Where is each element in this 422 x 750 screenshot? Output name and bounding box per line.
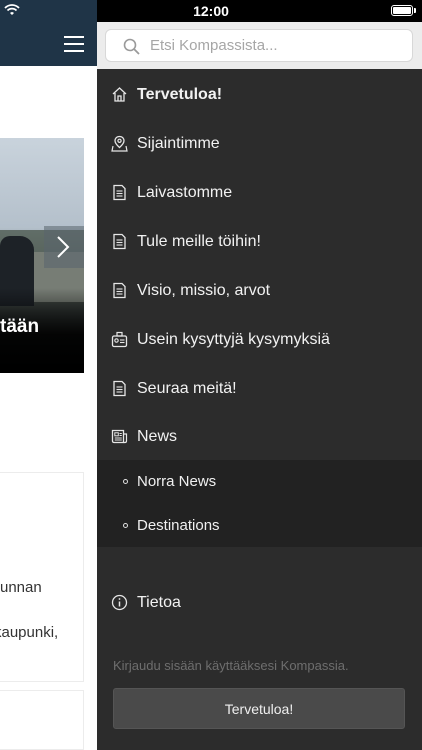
search-bar [97,22,422,69]
menu-item-visio-missio-arvot[interactable]: Visio, missio, arvot [97,266,422,315]
bullet-icon [123,479,128,484]
side-drawer: Tervetuloa! Sijaintimme Laivastomme Tule… [97,0,422,750]
menu-item-label: Tule meille töihin! [137,232,261,250]
hamburger-menu-icon[interactable] [64,36,84,52]
news-card[interactable] [0,690,84,750]
battery-tip [414,8,416,13]
search-icon [123,38,140,55]
submenu-item-destinations[interactable]: Destinations [97,504,422,547]
search-box[interactable] [105,29,413,62]
document-icon [110,282,128,300]
map-pin-icon [110,135,128,153]
document-icon [110,184,128,202]
menu-item-label: Seuraa meitä! [137,379,237,397]
news-card[interactable]: unnan kaupunki, [0,472,84,682]
hero-title: tään [0,316,40,337]
home-icon [110,86,128,104]
menu-item-tule-meille-toihin[interactable]: Tule meille töihin! [97,217,422,266]
bullet-icon [123,523,128,528]
menu-item-label: Visio, missio, arvot [137,281,271,299]
menu-item-label: News [137,427,178,445]
login-hint: Kirjaudu sisään käyttääksesi Kompassia. [113,658,349,673]
menu-item-seuraa-meita[interactable]: Seuraa meitä! [97,364,422,413]
menu-item-faq[interactable]: Usein kysyttyjä kysymyksiä [97,315,422,364]
search-input[interactable] [150,30,406,61]
chevron-right-icon [57,236,70,258]
menu-item-sijaintimme[interactable]: Sijaintimme [97,119,422,168]
newspaper-icon [110,428,128,446]
menu-item-label: Usein kysyttyjä kysymyksiä [137,330,330,348]
submenu-item-label: Norra News [137,473,217,490]
menu-item-label: Laivastomme [137,183,233,201]
login-button[interactable]: Tervetuloa! [113,688,405,729]
menu-item-laivastomme[interactable]: Laivastomme [97,168,422,217]
carousel-next-button[interactable] [44,226,84,268]
menu-item-label: Sijaintimme [137,134,220,152]
status-time: 12:00 [193,3,229,19]
document-icon [110,380,128,398]
submenu-item-norra-news[interactable]: Norra News [97,460,422,503]
document-icon [110,233,128,251]
battery-icon [391,5,413,16]
faq-icon [110,331,128,349]
card-text-line: unnan [0,579,42,596]
menu-item-label: Tervetuloa! [137,85,223,103]
menu-item-label: Tietoa [137,593,181,611]
background-app: tään unnan kaupunki, [0,0,97,750]
card-text-line: kaupunki, [0,624,59,641]
menu-item-news[interactable]: News [97,412,422,461]
menu-item-tervetuloa[interactable]: Tervetuloa! [97,70,422,119]
info-icon [110,594,128,612]
menu-item-tietoa[interactable]: Tietoa [97,578,422,627]
submenu-item-label: Destinations [137,517,220,534]
status-bar: 12:00 [0,0,422,22]
